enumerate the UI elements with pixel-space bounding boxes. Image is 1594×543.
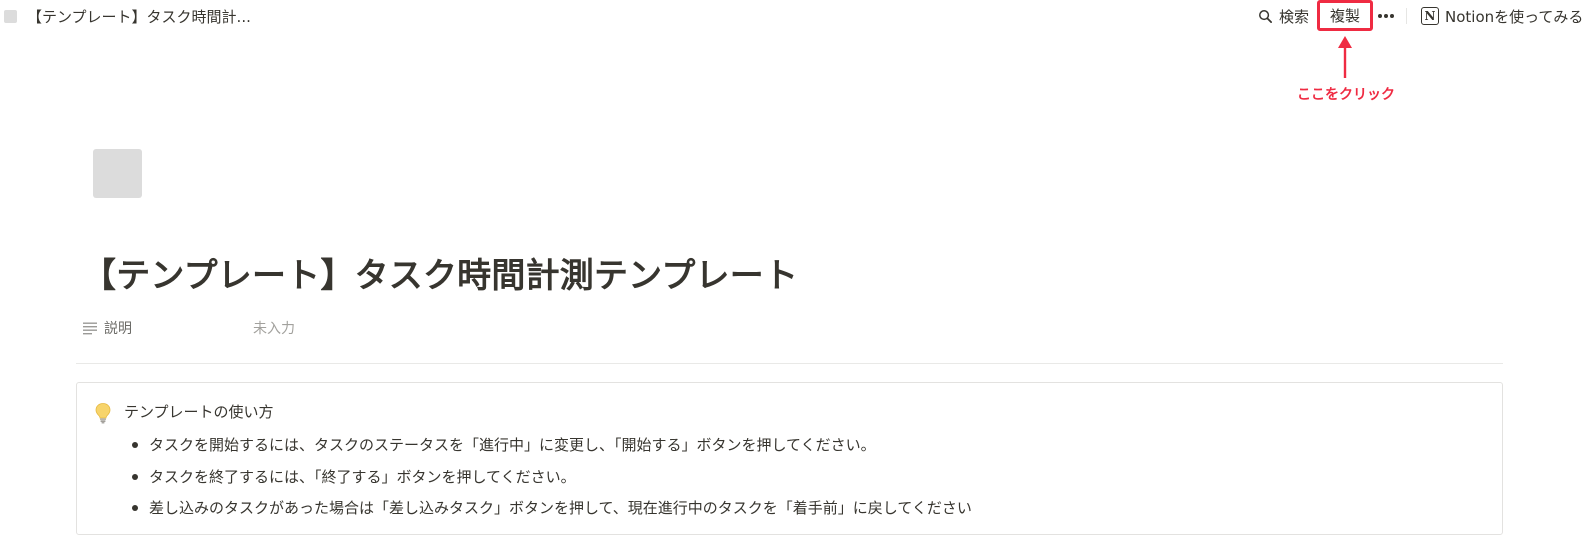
text-lines-icon	[83, 322, 97, 335]
breadcrumb-title: 【テンプレート】タスク時間計...	[27, 7, 251, 26]
divider	[1406, 8, 1407, 24]
more-options-icon[interactable]	[1373, 6, 1399, 26]
try-notion-label: Notionを使ってみる	[1445, 7, 1584, 26]
page-icon-small	[4, 9, 17, 23]
property-row: 説明 未入力	[82, 314, 502, 342]
property-value[interactable]: 未入力	[253, 314, 295, 342]
list-item: 差し込みのタスクがあった場合は「差し込みタスク」ボタンを押して、現在進行中のタス…	[129, 492, 972, 524]
search-label: 検索	[1279, 7, 1310, 26]
page-title[interactable]: 【テンプレート】タスク時間計測テンプレート	[82, 248, 798, 297]
notion-logo-icon: N	[1421, 7, 1439, 25]
dot	[1378, 14, 1382, 18]
duplicate-label: 複製	[1329, 7, 1360, 25]
dot	[1384, 14, 1388, 18]
divider	[76, 363, 1503, 364]
top-bar: 【テンプレート】タスク時間計... 検索 複製 N Notionを使ってみる	[0, 0, 1594, 32]
list-item: タスクを終了するには、「終了する」ボタンを押してください。	[129, 461, 972, 493]
search-icon	[1259, 9, 1272, 23]
property-name[interactable]: 説明	[82, 314, 132, 342]
duplicate-button[interactable]: 複製	[1317, 0, 1373, 31]
annotation-arrow-icon	[1338, 36, 1352, 78]
try-notion-button[interactable]: N Notionを使ってみる	[1421, 4, 1583, 28]
annotation-text: ここをクリック	[1297, 87, 1395, 103]
property-label: 説明	[104, 321, 132, 337]
breadcrumb[interactable]: 【テンプレート】タスク時間計...	[4, 4, 251, 28]
dot	[1390, 14, 1394, 18]
callout-title: テンプレートの使い方	[124, 403, 274, 421]
callout-block: テンプレートの使い方 タスクを開始するには、タスクのステータスを「進行中」に変更…	[76, 382, 1503, 535]
lightbulb-icon	[95, 403, 111, 424]
page-icon[interactable]	[93, 149, 142, 198]
bullet-list: タスクを開始するには、タスクのステータスを「進行中」に変更し、「開始する」ボタン…	[129, 429, 972, 524]
search-button[interactable]: 検索	[1258, 4, 1309, 28]
list-item: タスクを開始するには、タスクのステータスを「進行中」に変更し、「開始する」ボタン…	[129, 429, 972, 461]
